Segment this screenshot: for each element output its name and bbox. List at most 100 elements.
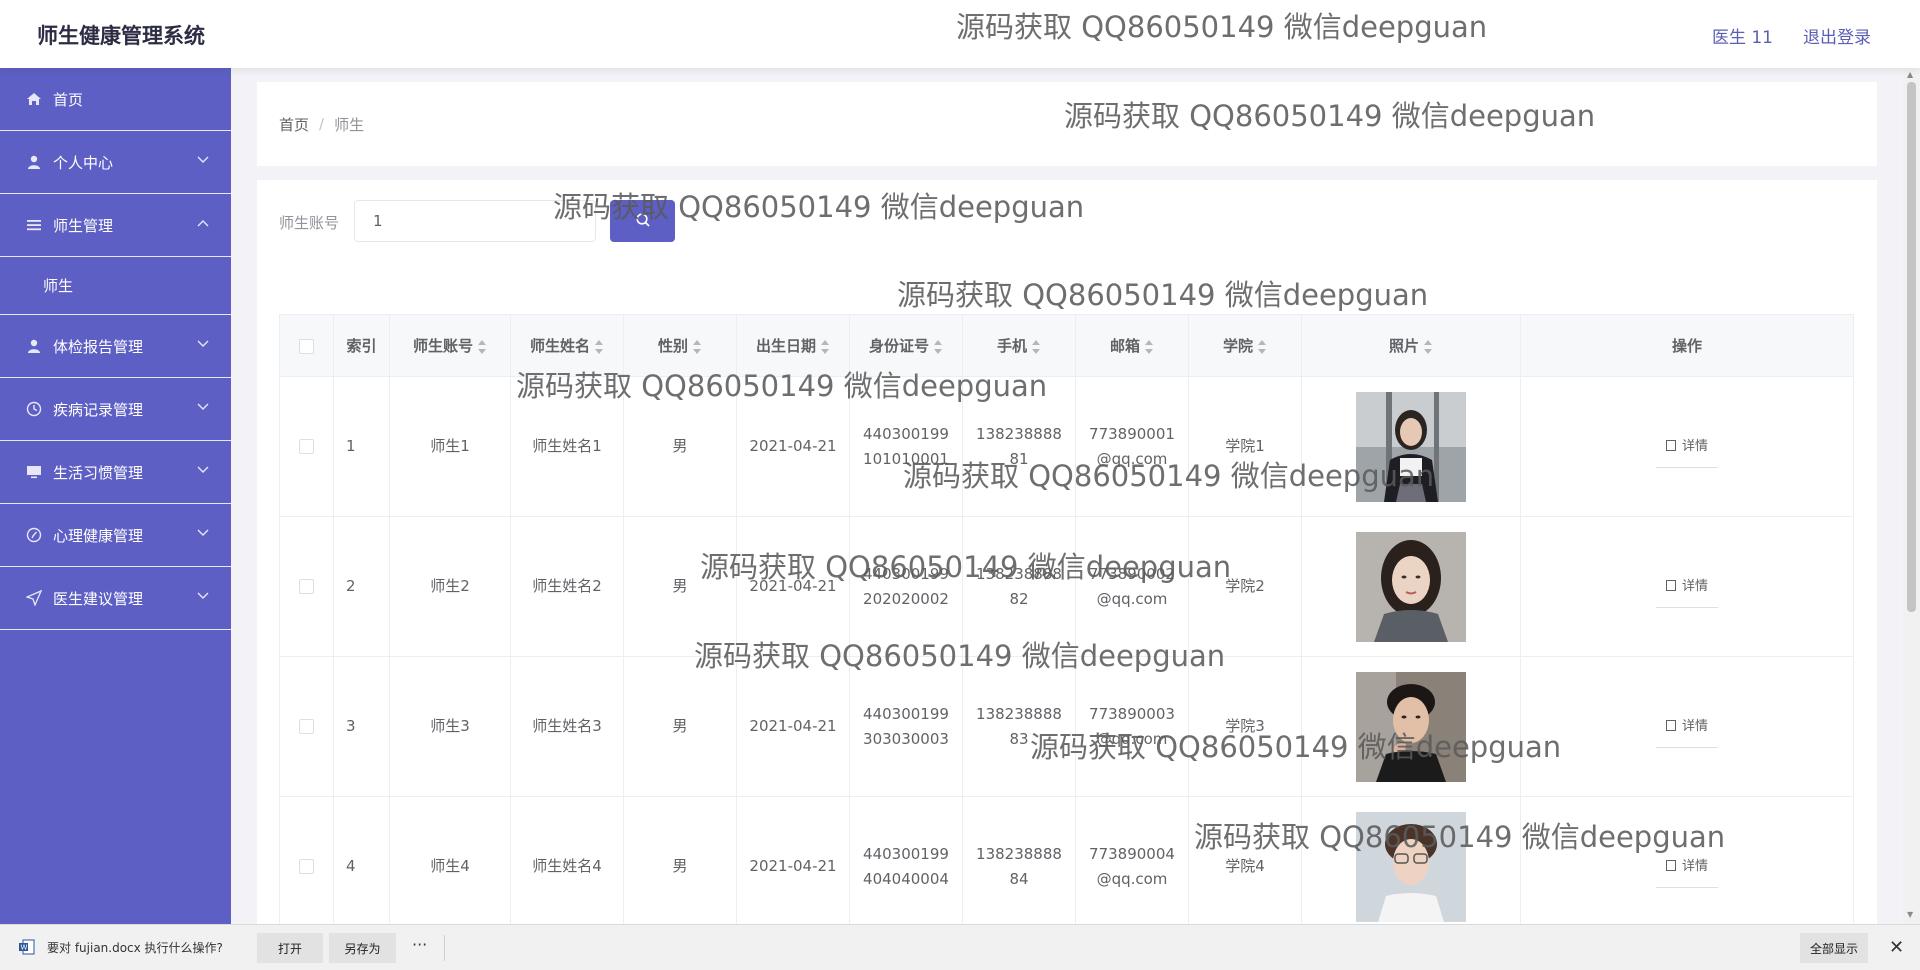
row-checkbox[interactable] bbox=[299, 719, 314, 734]
sidebar-item-doctor-advice[interactable]: 医生建议管理 bbox=[0, 567, 231, 630]
detail-button[interactable]: 详情 bbox=[1655, 706, 1718, 748]
name-cell: 师生姓名4 bbox=[510, 796, 624, 937]
sidebar-item-label: 心理健康管理 bbox=[53, 526, 144, 545]
chevron-down-icon bbox=[197, 337, 209, 351]
open-file-button[interactable]: 打开 bbox=[257, 933, 323, 963]
column-header-index: 索引 bbox=[333, 314, 390, 377]
column-header-birth-date[interactable]: 出生日期 bbox=[736, 314, 850, 377]
scroll-up-icon[interactable]: ▲ bbox=[1907, 70, 1913, 79]
show-all-button[interactable]: 全部显示 bbox=[1800, 933, 1868, 963]
sort-icon[interactable] bbox=[820, 339, 830, 354]
college-cell: 学院2 bbox=[1188, 516, 1302, 657]
phone-cell: 138238888 82 bbox=[962, 516, 1076, 657]
scrollbar-thumb[interactable] bbox=[1907, 82, 1916, 612]
sort-icon[interactable] bbox=[1257, 339, 1267, 354]
photo-cell bbox=[1301, 376, 1521, 517]
sort-icon[interactable] bbox=[933, 339, 943, 354]
column-header-name[interactable]: 师生姓名 bbox=[510, 314, 624, 377]
email-cell: 773890002 @qq.com bbox=[1075, 516, 1189, 657]
gender-cell: 男 bbox=[623, 656, 737, 797]
close-icon[interactable]: ✕ bbox=[1889, 937, 1904, 958]
sidebar-item-personal-center[interactable]: 个人中心 bbox=[0, 131, 231, 194]
logout-link[interactable]: 退出登录 bbox=[1803, 23, 1871, 48]
document-icon bbox=[1665, 719, 1676, 731]
sidebar-item-label: 体检报告管理 bbox=[53, 337, 144, 356]
sidebar-item-mental-health[interactable]: 心理健康管理 bbox=[0, 504, 231, 567]
index-cell: 1 bbox=[333, 376, 390, 517]
index-cell: 4 bbox=[333, 796, 390, 937]
sidebar-item-teacher-student-management[interactable]: 师生管理 bbox=[0, 194, 231, 257]
column-header-photo[interactable]: 照片 bbox=[1301, 314, 1521, 377]
download-bar: W 要对 fujian.docx 执行什么操作? 打开 另存为 ··· 全部显示… bbox=[0, 924, 1920, 970]
breadcrumb-separator: / bbox=[319, 115, 325, 133]
breadcrumb-current: 师生 bbox=[334, 115, 365, 134]
row-checkbox[interactable] bbox=[299, 859, 314, 874]
table-row: 4 师生4 师生姓名4 男 2021-04-21 440300199 404040… bbox=[279, 796, 1854, 937]
select-all-checkbox[interactable] bbox=[299, 338, 314, 354]
column-header-gender[interactable]: 性别 bbox=[623, 314, 737, 377]
actions-cell: 详情 bbox=[1520, 516, 1854, 657]
row-checkbox[interactable] bbox=[299, 579, 314, 594]
row-select-cell[interactable] bbox=[279, 516, 334, 657]
phone-cell: 138238888 81 bbox=[962, 376, 1076, 517]
save-as-button[interactable]: 另存为 bbox=[329, 933, 396, 963]
actions-cell: 详情 bbox=[1520, 376, 1854, 517]
sidebar-item-checkup-report[interactable]: 体检报告管理 bbox=[0, 315, 231, 378]
row-select-cell[interactable] bbox=[279, 796, 334, 937]
birth-date-cell: 2021-04-21 bbox=[736, 656, 850, 797]
sidebar-item-lifestyle-habits[interactable]: 生活习惯管理 bbox=[0, 441, 231, 504]
name-cell: 师生姓名3 bbox=[510, 656, 624, 797]
row-select-cell[interactable] bbox=[279, 656, 334, 797]
document-icon bbox=[1665, 439, 1676, 451]
actions-cell: 详情 bbox=[1520, 796, 1854, 937]
breadcrumb: 首页 / 师生 bbox=[257, 82, 1877, 166]
search-button[interactable] bbox=[610, 200, 675, 242]
more-options-button[interactable]: ··· bbox=[412, 935, 427, 954]
column-header-phone[interactable]: 手机 bbox=[962, 314, 1076, 377]
row-select-cell[interactable] bbox=[279, 376, 334, 517]
breadcrumb-home-link[interactable]: 首页 bbox=[279, 114, 309, 135]
sort-icon[interactable] bbox=[1031, 339, 1041, 354]
college-cell: 学院3 bbox=[1188, 656, 1302, 797]
column-header-email[interactable]: 邮箱 bbox=[1075, 314, 1189, 377]
user-icon bbox=[25, 337, 43, 355]
student-photo bbox=[1356, 671, 1466, 782]
row-checkbox[interactable] bbox=[299, 439, 314, 454]
search-icon bbox=[635, 212, 651, 231]
column-header-account[interactable]: 师生账号 bbox=[389, 314, 511, 377]
list-icon bbox=[25, 216, 43, 234]
account-search-input[interactable] bbox=[354, 200, 596, 242]
svg-text:W: W bbox=[21, 944, 28, 952]
select-all-cell[interactable] bbox=[279, 314, 334, 377]
chevron-up-icon bbox=[197, 216, 209, 230]
phone-cell: 138238888 83 bbox=[962, 656, 1076, 797]
divider bbox=[444, 935, 445, 961]
sidebar-item-disease-records[interactable]: 疾病记录管理 bbox=[0, 378, 231, 441]
sidebar-subitem-teacher-student[interactable]: 师生 bbox=[0, 257, 231, 315]
sort-icon[interactable] bbox=[594, 339, 604, 354]
sort-icon[interactable] bbox=[1423, 339, 1433, 354]
detail-button[interactable]: 详情 bbox=[1655, 846, 1718, 888]
content-panel: 师生账号 索引 师生账号 师生姓名 性别 出生日期 身份证号 手机 邮箱 学院 … bbox=[257, 180, 1877, 940]
scroll-down-icon[interactable]: ▼ bbox=[1907, 910, 1913, 919]
detail-button[interactable]: 详情 bbox=[1655, 426, 1718, 468]
photo-cell bbox=[1301, 516, 1521, 657]
sort-icon[interactable] bbox=[477, 339, 487, 354]
chevron-down-icon bbox=[197, 153, 209, 167]
column-header-id-number[interactable]: 身份证号 bbox=[849, 314, 963, 377]
photo-cell bbox=[1301, 656, 1521, 797]
column-header-college[interactable]: 学院 bbox=[1188, 314, 1302, 377]
college-cell: 学院1 bbox=[1188, 376, 1302, 517]
photo-cell bbox=[1301, 796, 1521, 937]
download-prompt-text: 要对 fujian.docx 执行什么操作? bbox=[47, 941, 223, 955]
sort-icon[interactable] bbox=[692, 339, 702, 354]
table-row: 1 师生1 师生姓名1 男 2021-04-21 440300199 101010… bbox=[279, 376, 1854, 517]
birth-date-cell: 2021-04-21 bbox=[736, 376, 850, 517]
sidebar-item-label: 首页 bbox=[53, 90, 84, 109]
sort-icon[interactable] bbox=[1144, 339, 1154, 354]
detail-button[interactable]: 详情 bbox=[1655, 566, 1718, 608]
name-cell: 师生姓名1 bbox=[510, 376, 624, 517]
name-cell: 师生姓名2 bbox=[510, 516, 624, 657]
sidebar-item-home[interactable]: 首页 bbox=[0, 68, 231, 131]
page-scrollbar[interactable]: ▲ ▼ bbox=[1903, 68, 1920, 924]
